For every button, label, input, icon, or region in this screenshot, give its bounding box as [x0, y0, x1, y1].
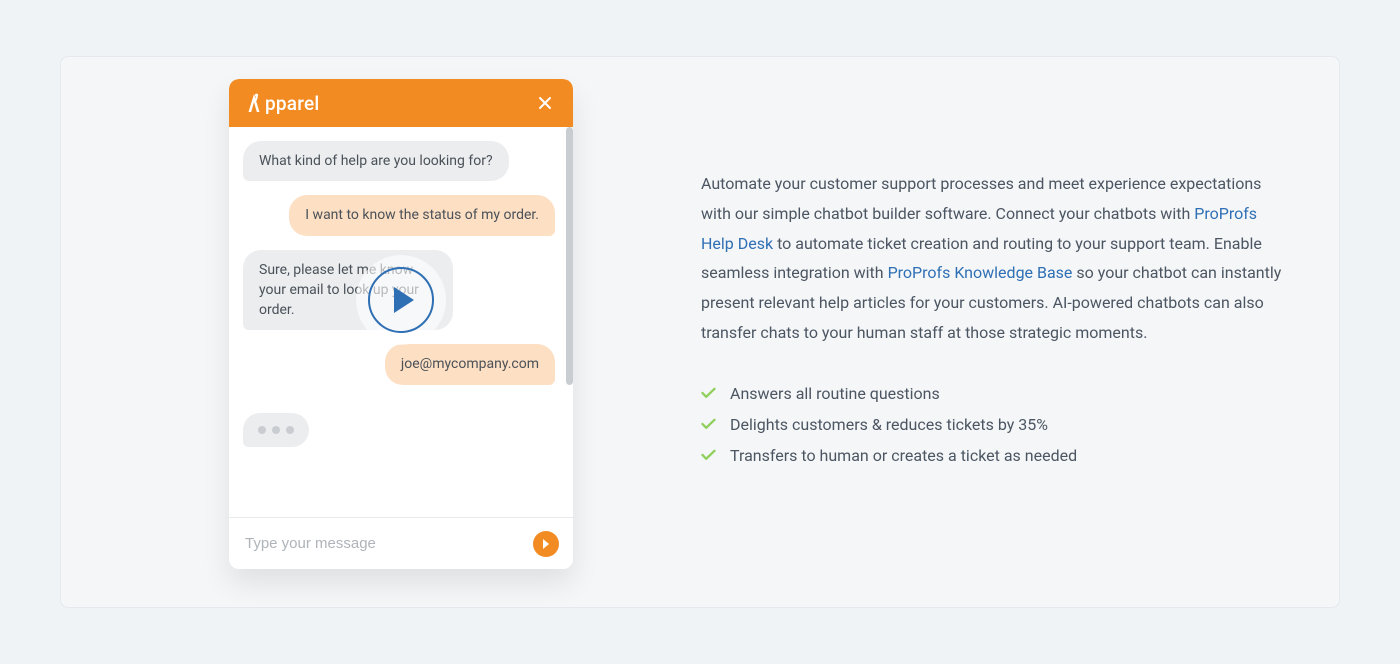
close-icon[interactable] [533, 91, 557, 115]
send-button[interactable] [533, 531, 559, 557]
chat-input-row [229, 517, 573, 569]
feature-item-label: Answers all routine questions [730, 384, 940, 403]
play-video-button[interactable] [356, 255, 446, 345]
play-triangle-icon [394, 287, 414, 313]
feature-item: Delights customers & reduces tickets by … [701, 409, 1291, 440]
chat-message-user: I want to know the status of my order. [289, 195, 555, 235]
typing-dot-icon [286, 426, 294, 434]
chat-message-bot: What kind of help are you looking for? [243, 141, 509, 181]
check-icon [701, 449, 716, 461]
feature-item-label: Transfers to human or creates a ticket a… [730, 446, 1077, 465]
play-ring-icon [368, 267, 434, 333]
feature-list: Answers all routine questions Delights c… [701, 378, 1291, 471]
feature-description-column: Automate your customer support processes… [701, 169, 1291, 471]
chat-widget: pparel What kind of help are you looking… [229, 79, 573, 569]
feature-item-label: Delights customers & reduces tickets by … [730, 415, 1048, 434]
chat-header: pparel [229, 79, 573, 127]
brand-a-icon [245, 92, 263, 114]
typing-indicator [243, 413, 309, 447]
feature-item: Transfers to human or creates a ticket a… [701, 440, 1291, 471]
feature-item: Answers all routine questions [701, 378, 1291, 409]
check-icon [701, 387, 716, 399]
typing-dot-icon [272, 426, 280, 434]
send-arrow-icon [540, 538, 552, 550]
desc-text: Automate your customer support processes… [701, 174, 1261, 223]
feature-card: pparel What kind of help are you looking… [60, 56, 1340, 608]
check-icon [701, 418, 716, 430]
typing-dot-icon [258, 426, 266, 434]
knowledge-base-link[interactable]: ProProfs Knowledge Base [888, 263, 1073, 282]
chat-brand: pparel [245, 92, 319, 115]
chat-message-input[interactable] [245, 535, 533, 552]
chat-message-user: joe@mycompany.com [385, 344, 555, 384]
chat-brand-label: pparel [265, 92, 319, 115]
feature-description: Automate your customer support processes… [701, 169, 1291, 348]
chat-scrollbar[interactable] [566, 127, 573, 385]
